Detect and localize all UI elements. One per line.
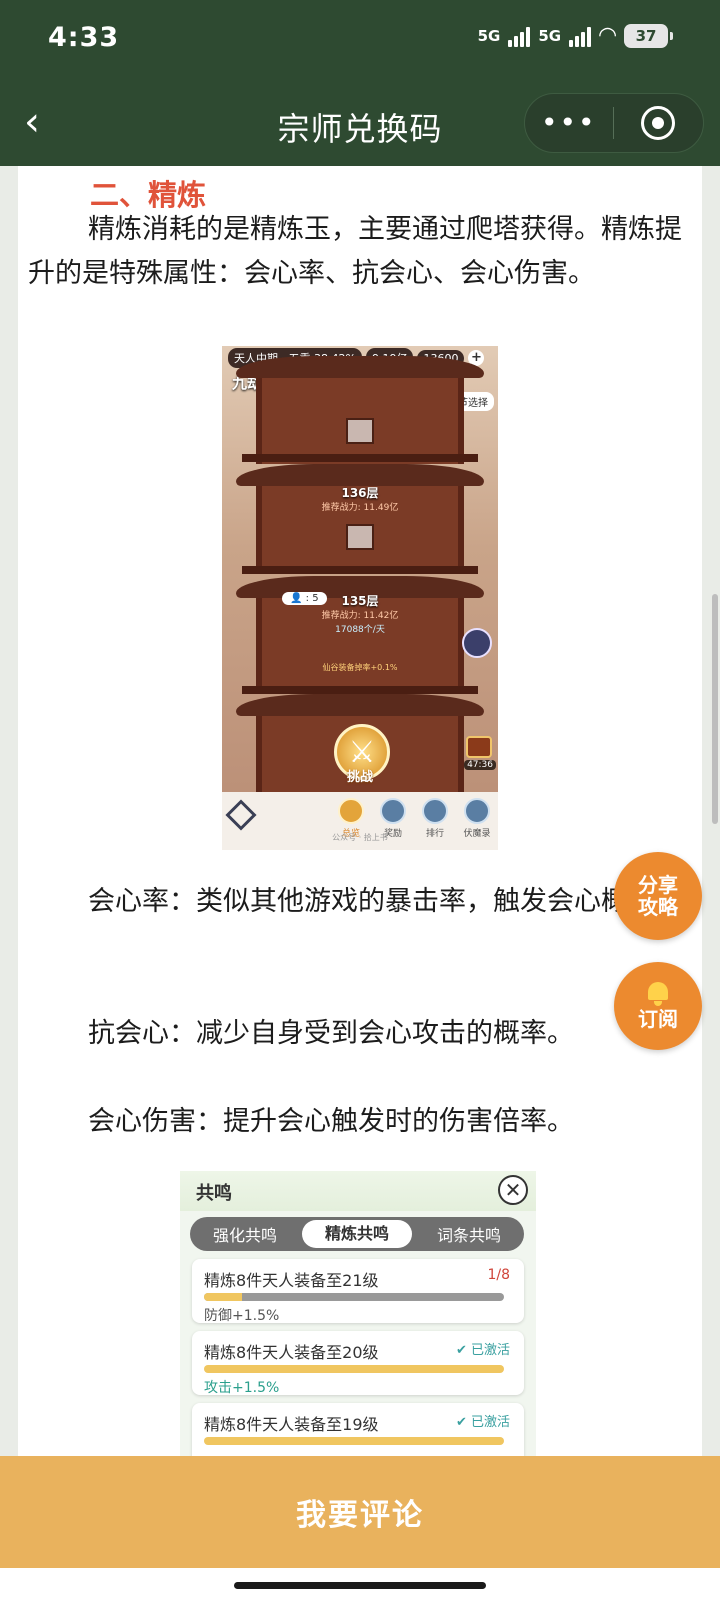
card-status: ✔ 已激活 — [455, 1343, 510, 1358]
card-title: 精炼8件天人装备至19级 — [204, 1415, 379, 1434]
check-circle-icon: ✔ — [455, 1343, 467, 1358]
tower-roof — [236, 694, 484, 716]
book-icon — [464, 798, 490, 824]
tab-refine-resonance: 精炼共鸣 — [302, 1220, 412, 1248]
comment-button[interactable]: 我要评论 — [0, 1456, 720, 1568]
floor-135-power: 推荐战力: 11.42亿 — [321, 611, 399, 621]
crit-damage-text: 会心伤害：提升会心触发时的伤害倍率。 — [88, 1106, 574, 1137]
tower-rail — [242, 566, 478, 574]
crit-rate-paragraph: 会心率：类似其他游戏的暴击率，触发会心概率。 — [28, 880, 698, 924]
share-label-1: 分享 — [638, 873, 678, 897]
battery-icon: 37 — [624, 24, 673, 48]
anti-crit-text: 抗会心：减少自身受到会心攻击的概率。 — [88, 1018, 574, 1049]
drop-rate: 17088个/天 — [335, 625, 385, 635]
battery-level: 37 — [635, 27, 657, 45]
network-label-2: 5G — [538, 27, 562, 45]
card-status: ✔ 已激活 — [455, 1415, 510, 1430]
network-label-1: 5G — [477, 27, 501, 45]
signal-icon — [508, 25, 531, 47]
subscribe-button[interactable]: 订阅 — [614, 962, 702, 1050]
scrollbar[interactable] — [712, 594, 718, 824]
mini-program-capsule: ••• — [524, 93, 704, 153]
crit-rate-text: 会心率：类似其他游戏的暴击率，触发会心概率。 — [88, 886, 682, 917]
home-indicator[interactable] — [234, 1582, 486, 1589]
top-bar: 4:33 5G 5G ◠ 37 ‹ 宗师兑换码 ••• — [0, 0, 720, 166]
share-guide-button[interactable]: 分享 攻略 — [614, 852, 702, 940]
resonance-header: 共鸣 ✕ — [180, 1171, 536, 1211]
diamond-menu-icon — [225, 799, 257, 831]
intro-text: 精炼消耗的是精炼玉，主要通过爬塔获得。精炼提升的是特殊属性：会心率、抗会心、会心… — [28, 214, 682, 289]
tab-affix-resonance: 词条共鸣 — [436, 1226, 501, 1245]
resonance-card: 精炼8件天人装备至19级 ✔ 已激活 — [192, 1403, 524, 1456]
tower-roof — [236, 464, 484, 486]
check-circle-icon: ✔ — [455, 1415, 467, 1430]
card-progress-fill — [204, 1437, 504, 1445]
card-bonus: 攻击+1.5% — [204, 1380, 280, 1396]
image-watermark: 公众号 · 拾上书 — [332, 833, 388, 842]
signal-icon-2 — [569, 25, 592, 47]
close-icon: ✕ — [498, 1175, 528, 1205]
chest-timer: 47:36 — [464, 760, 496, 770]
card-progress-fill — [204, 1365, 504, 1373]
card-bonus: 防御+1.5% — [204, 1308, 280, 1324]
floor-135-label: 135层 — [341, 594, 379, 608]
avatar — [462, 628, 492, 658]
anti-crit-paragraph: 抗会心：减少自身受到会心攻击的概率。 — [28, 1012, 698, 1056]
more-dots-icon: ••• — [540, 106, 597, 139]
share-label-2: 攻略 — [638, 895, 678, 919]
status-icons: 5G 5G ◠ 37 — [477, 23, 673, 48]
card-title: 精炼8件天人装备至20级 — [204, 1343, 379, 1362]
resonance-screenshot[interactable]: 共鸣 ✕ 强化共鸣 精炼共鸣 词条共鸣 精炼8件天人装备至21级 1/8 防御+… — [180, 1171, 536, 1456]
resonance-card: 精炼8件天人装备至21级 1/8 防御+1.5% — [192, 1259, 524, 1324]
target-icon — [641, 106, 676, 140]
floor-136-label: 136层 — [341, 486, 379, 500]
overview-icon — [338, 798, 364, 824]
tower-rail — [242, 454, 478, 462]
article-body: 二、精炼 精炼消耗的是精炼玉，主要通过爬塔获得。精炼提升的是特殊属性：会心率、抗… — [18, 166, 702, 1456]
card-progress-text: 1/8 — [487, 1267, 510, 1283]
card-progress-fill — [204, 1293, 242, 1301]
chest-icon — [466, 736, 492, 758]
ranking-icon — [422, 798, 448, 824]
home-bar — [0, 1568, 720, 1600]
resonance-title: 共鸣 — [196, 1183, 232, 1204]
card-progress-bar — [204, 1365, 504, 1373]
tab-enhance-resonance: 强化共鸣 — [212, 1226, 277, 1245]
card-progress-bar — [204, 1293, 504, 1301]
wifi-icon: ◠ — [599, 23, 616, 48]
drop-bonus: 仙谷装备掉率+0.1% — [322, 663, 398, 672]
tower-rail — [242, 686, 478, 694]
floor-136-power: 推荐战力: 11.49亿 — [321, 503, 399, 513]
crit-damage-paragraph: 会心伤害：提升会心触发时的伤害倍率。 — [28, 1100, 698, 1144]
subscribe-label: 订阅 — [638, 1007, 678, 1031]
tower-screenshot[interactable]: 天人中期 · 五重 38.42% 9.19亿 13600 + 九劫仙谷[历练塔]… — [222, 346, 498, 850]
tower-roof — [236, 356, 484, 378]
resonance-tabs: 强化共鸣 精炼共鸣 词条共鸣 — [190, 1217, 524, 1251]
tower-floor-top — [256, 378, 464, 464]
close-mini-program-button[interactable] — [614, 106, 704, 140]
card-title: 精炼8件天人装备至21级 — [204, 1271, 379, 1290]
reward-icon — [380, 798, 406, 824]
intro-paragraph: 精炼消耗的是精炼玉，主要通过爬塔获得。精炼提升的是特殊属性：会心率、抗会心、会心… — [28, 208, 698, 296]
comment-label: 我要评论 — [296, 1498, 424, 1533]
more-button[interactable]: ••• — [525, 108, 613, 138]
status-time: 4:33 — [48, 22, 120, 53]
card-progress-bar — [204, 1437, 504, 1445]
challenge-label: 挑战 — [346, 770, 373, 785]
resonance-card: 精炼8件天人装备至20级 ✔ 已激活 攻击+1.5% — [192, 1331, 524, 1396]
bell-icon — [645, 982, 671, 1006]
